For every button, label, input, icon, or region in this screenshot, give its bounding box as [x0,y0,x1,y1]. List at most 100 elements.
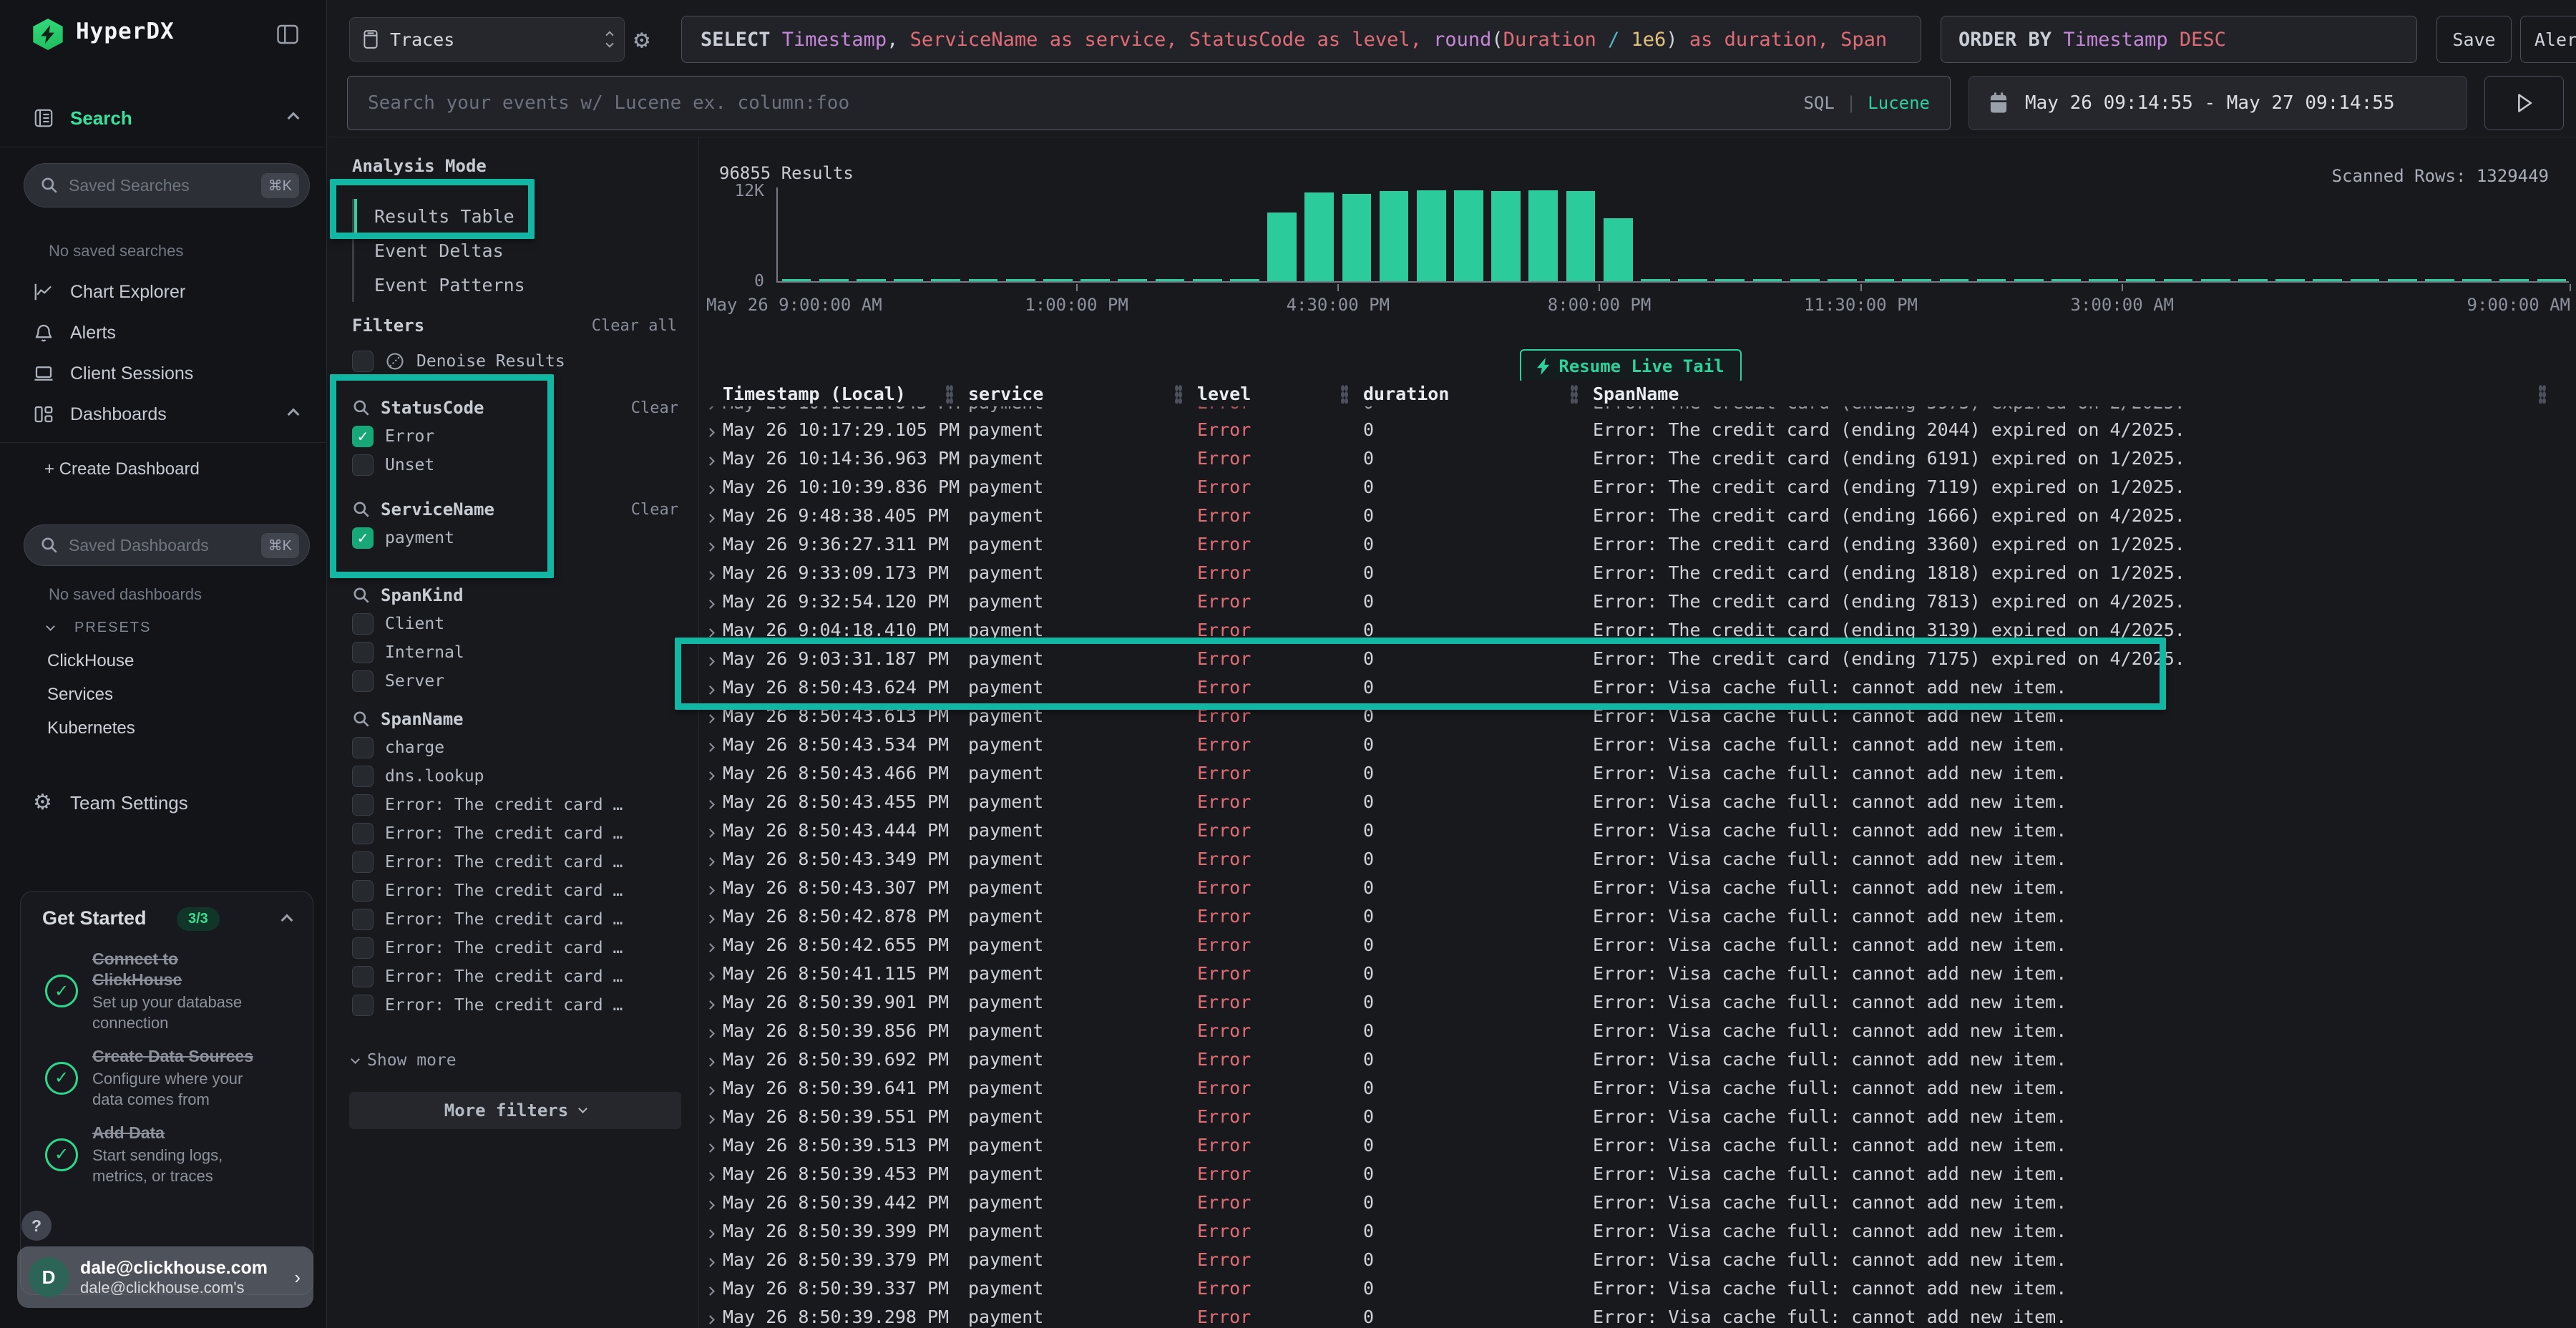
lang-toggle-sql[interactable]: SQL [1803,93,1834,113]
checkbox[interactable] [352,737,374,758]
saved-dashboards-input[interactable] [69,536,233,555]
more-filters-button[interactable]: More filters [349,1092,681,1129]
row-expand-chevron-icon[interactable] [701,1249,723,1270]
show-more-button[interactable]: Show more [352,1048,681,1073]
filter-option-charge[interactable]: charge [352,733,681,762]
source-select[interactable]: Traces [349,17,625,62]
table-row[interactable]: May 26 8:50:39.379 PMpaymentError0Error:… [701,1245,2576,1274]
filter-option-error-the-credit-card-[interactable]: Error: The credit card … [352,819,681,848]
filter-option-error-the-credit-card-[interactable]: Error: The credit card … [352,877,681,905]
table-row[interactable]: May 26 8:50:43.349 PMpaymentError0Error:… [701,844,2576,873]
table-row[interactable]: May 26 8:50:39.513 PMpaymentError0Error:… [701,1131,2576,1159]
row-expand-chevron-icon[interactable] [701,1135,723,1156]
sidebar-collapse-icon[interactable] [275,21,301,47]
row-expand-chevron-icon[interactable] [701,1049,723,1070]
table-row[interactable]: May 26 8:50:39.856 PMpaymentError0Error:… [701,1016,2576,1045]
table-row[interactable]: May 26 8:50:39.551 PMpaymentError0Error:… [701,1102,2576,1131]
preset-services[interactable]: Services [47,685,113,705]
sql-query-input[interactable]: SELECT Timestamp, ServiceName as service… [681,16,1921,63]
chevron-up-icon[interactable] [281,914,293,927]
create-dashboard-button[interactable]: + Create Dashboard [0,452,326,487]
table-row[interactable]: May 26 8:50:43.534 PMpaymentError0Error:… [701,730,2576,758]
histogram-plot[interactable]: May 26 9:00:00 AM1:00:00 PM4:30:00 PM8:0… [776,187,2569,283]
filter-group-clear-button[interactable]: Clear [631,399,681,417]
filter-option-internal[interactable]: Internal [352,638,681,667]
checkbox[interactable] [352,351,374,372]
table-row[interactable]: May 26 8:50:42.655 PMpaymentError0Error:… [701,930,2576,959]
table-row[interactable]: May 26 8:50:39.692 PMpaymentError0Error:… [701,1045,2576,1073]
column-options-handle[interactable] [2539,385,2546,404]
row-expand-chevron-icon[interactable] [701,419,723,440]
row-expand-chevron-icon[interactable] [701,1278,723,1299]
filter-option-error-the-credit-card-[interactable]: Error: The credit card … [352,848,681,877]
row-expand-chevron-icon[interactable] [701,1307,723,1327]
sidebar-item-client-sessions[interactable]: Client Sessions [0,353,326,394]
column-resize-handle[interactable] [1175,385,1182,404]
column-resize-handle[interactable] [1341,385,1348,404]
checkbox[interactable] [352,851,374,873]
presets-toggle[interactable]: PRESETS [0,614,326,641]
table-row[interactable]: May 26 9:36:27.311 PMpaymentError0Error:… [701,529,2576,558]
order-by-input[interactable]: ORDER BY Timestamp DESC [1941,16,2417,63]
row-expand-chevron-icon[interactable] [701,791,723,812]
table-row[interactable]: May 26 8:50:42.878 PMpaymentError0Error:… [701,902,2576,930]
sidebar-item-search[interactable]: Search [0,93,326,143]
row-expand-chevron-icon[interactable] [701,934,723,955]
filter-option-client[interactable]: Client [352,610,681,638]
checkbox[interactable] [352,642,374,663]
filter-option-error-the-credit-card-[interactable]: Error: The credit card … [352,905,681,934]
column-header-level[interactable]: level [1197,384,1363,404]
sidebar-item-team-settings[interactable]: ⚙ Team Settings [0,783,326,823]
user-account-chip[interactable]: D dale@clickhouse.com dale@clickhouse.co… [17,1246,313,1308]
column-resize-handle[interactable] [946,385,953,404]
row-expand-chevron-icon[interactable] [701,505,723,526]
table-row[interactable]: May 26 8:50:43.444 PMpaymentError0Error:… [701,816,2576,844]
help-button[interactable]: ? [21,1211,52,1241]
row-expand-chevron-icon[interactable] [701,448,723,469]
sidebar-item-alerts[interactable]: Alerts [0,313,326,353]
table-row[interactable]: May 26 8:50:43.307 PMpaymentError0Error:… [701,873,2576,902]
row-expand-chevron-icon[interactable] [701,562,723,583]
checkbox[interactable] [352,794,374,816]
table-row[interactable]: May 26 9:48:38.405 PMpaymentError0Error:… [701,501,2576,529]
filter-option-error-the-credit-card-[interactable]: Error: The credit card … [352,791,681,819]
column-header-service[interactable]: service [968,384,1197,404]
column-header-timestamp[interactable]: Timestamp (Local) [701,384,968,404]
column-header-spanname[interactable]: SpanName [1593,384,2576,404]
column-header-duration[interactable]: duration [1363,384,1593,404]
get-started-item[interactable]: ✓Connect to ClickHouseSet up your databa… [45,949,296,1033]
save-button[interactable]: Save [2436,16,2512,63]
analysis-mode-tab-event-patterns[interactable]: Event Patterns [354,268,681,302]
table-row[interactable]: May 26 10:14:36.963 PMpaymentError0Error… [701,444,2576,472]
row-expand-chevron-icon[interactable] [701,849,723,869]
table-row[interactable]: May 26 10:10:39.836 PMpaymentError0Error… [701,472,2576,501]
table-row[interactable]: May 26 8:50:43.455 PMpaymentError0Error:… [701,787,2576,816]
row-expand-chevron-icon[interactable] [701,734,723,755]
checkbox[interactable] [352,823,374,844]
column-resize-handle[interactable] [1571,385,1578,404]
run-query-button[interactable] [2484,76,2564,130]
filter-option-server[interactable]: Server [352,667,681,695]
row-expand-chevron-icon[interactable] [701,906,723,927]
filter-option-error-the-credit-card-[interactable]: Error: The credit card … [352,962,681,991]
checkbox[interactable] [352,966,374,987]
table-row[interactable]: May 26 9:33:09.173 PMpaymentError0Error:… [701,558,2576,587]
row-expand-chevron-icon[interactable] [701,1221,723,1241]
table-row[interactable]: May 26 8:50:39.442 PMpaymentError0Error:… [701,1188,2576,1216]
alerts-button[interactable]: Alerts [2520,16,2576,63]
checkbox[interactable] [352,909,374,930]
table-row[interactable]: May 26 8:50:39.337 PMpaymentError0Error:… [701,1274,2576,1302]
table-row[interactable]: May 26 8:50:41.115 PMpaymentError0Error:… [701,959,2576,987]
row-expand-chevron-icon[interactable] [701,820,723,841]
lang-toggle-lucene[interactable]: Lucene [1868,93,1930,113]
event-search-input[interactable] [368,92,1803,114]
checkbox[interactable] [352,880,374,902]
row-expand-chevron-icon[interactable] [701,1106,723,1127]
row-expand-chevron-icon[interactable] [701,1192,723,1213]
source-settings-gear-icon[interactable]: ⚙ [634,19,650,62]
row-expand-chevron-icon[interactable] [701,1078,723,1098]
filter-option-dns-lookup[interactable]: dns.lookup [352,762,681,791]
row-expand-chevron-icon[interactable] [701,591,723,612]
table-row[interactable]: May 26 10:18:21.843 PMpaymentError0Error… [701,406,2576,415]
saved-searches-input[interactable] [69,176,233,195]
